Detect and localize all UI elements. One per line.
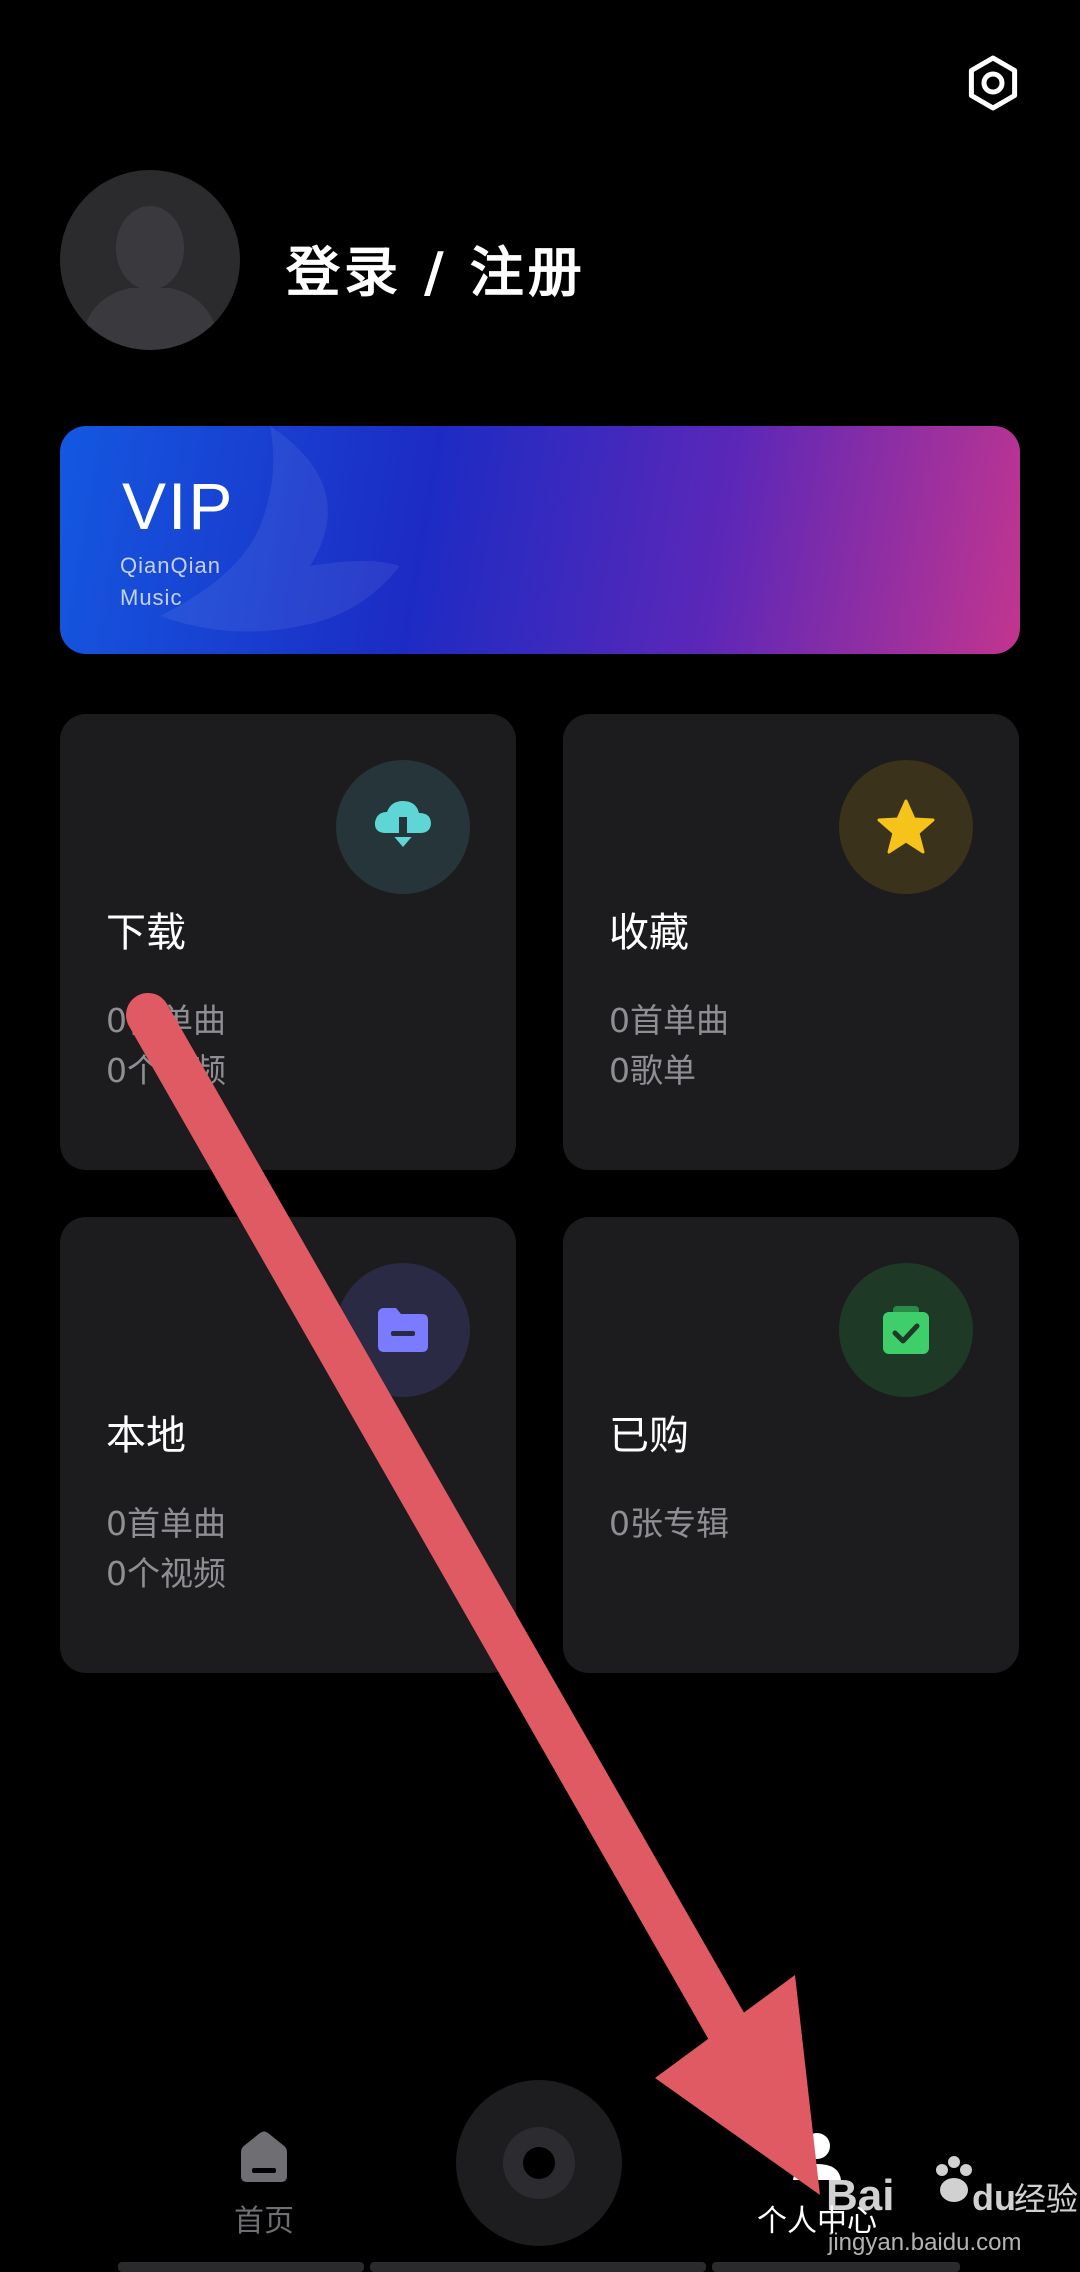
watermark-url: jingyan.baidu.com [827,2229,1021,2256]
watermark-brand: Bai [826,2171,894,2220]
vip-subtitle: QianQian Music [120,550,221,614]
download-songs-count: 0首单曲 [106,1001,226,1040]
download-title: 下载 [106,910,186,956]
favorites-title: 收藏 [609,910,689,956]
bottom-divider-center [370,2262,706,2272]
home-icon [241,2131,287,2182]
vip-banner[interactable]: VIP QianQian Music [60,426,1020,654]
favorites-songs-count: 0首单曲 [609,1001,729,1040]
download-icon-badge [336,760,470,894]
settings-button[interactable] [960,50,1026,116]
vip-subtitle-line1: QianQian [120,553,221,578]
login-label: 登录 [286,241,402,304]
watermark-product: 经验 [1014,2180,1078,2218]
star-icon [877,799,935,854]
vinyl-disc-icon [503,2127,575,2199]
local-videos-count: 0个视频 [106,1554,226,1593]
purchased-icon-badge [839,1263,973,1397]
login-register-link[interactable]: 登录 / 注册 [286,228,586,307]
folder-icon [378,1308,428,1352]
avatar[interactable] [60,170,240,350]
download-card[interactable]: 下载 0首单曲 0个视频 [60,714,516,1170]
baidu-jingyan-watermark: Bai du 经验 jingyan.baidu.com [826,2156,1078,2256]
nav-home[interactable]: 首页 [228,2128,300,2272]
local-icon-badge [336,1263,470,1397]
user-silhouette-icon [80,206,220,350]
vip-subtitle-line2: Music [120,585,183,610]
local-card[interactable]: 本地 0首单曲 0个视频 [60,1217,516,1673]
shopping-bag-check-icon [883,1306,929,1354]
local-songs-count: 0首单曲 [106,1504,226,1543]
nav-home-label: 首页 [234,2204,294,2239]
cloud-download-icon [374,801,431,847]
purchased-title: 已购 [609,1413,689,1459]
vip-title: VIP [122,469,235,543]
watermark-brand-suffix: du [972,2177,1016,2218]
bottom-divider-left [118,2262,364,2272]
login-separator: / [424,241,448,304]
player-disc-button[interactable] [456,2080,622,2246]
purchased-albums-count: 0张专辑 [609,1504,729,1543]
register-label: 注册 [469,241,586,304]
local-title: 本地 [106,1413,186,1459]
favorites-playlists-count: 0歌单 [609,1051,696,1090]
download-videos-count: 0个视频 [106,1051,226,1090]
favorites-icon-badge [839,760,973,894]
favorites-card[interactable]: 收藏 0首单曲 0歌单 [563,714,1019,1170]
purchased-card[interactable]: 已购 0张专辑 [563,1217,1019,1673]
settings-icon [968,55,1018,111]
